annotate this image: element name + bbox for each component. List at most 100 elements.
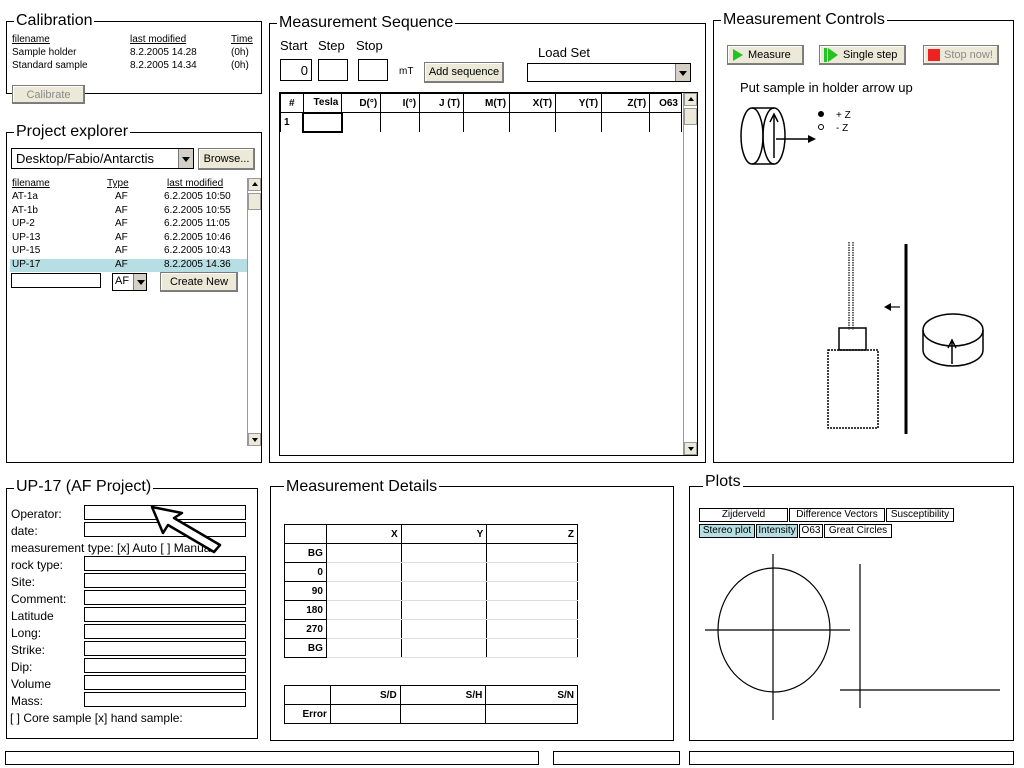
plot-tab[interactable]: Intensity <box>756 524 798 538</box>
project-file-row[interactable]: UP-15 AF 6.2.2005 10:43 <box>10 245 247 258</box>
plot-tab[interactable]: Zijderveld <box>699 508 788 522</box>
sequence-column-header[interactable]: Z(T) <box>601 93 651 113</box>
sequence-column-header[interactable]: D(°) <box>341 93 382 113</box>
file-name: UP-2 <box>12 218 35 229</box>
rock-type-field[interactable] <box>84 556 246 571</box>
new-project-name-input[interactable] <box>11 273 101 288</box>
mass-field[interactable] <box>84 692 246 707</box>
minus-z-radio[interactable] <box>818 124 824 130</box>
cal-header-time[interactable]: Time <box>231 34 253 46</box>
error-row: Error <box>284 704 578 724</box>
plot-tab[interactable]: O63 <box>799 524 823 538</box>
sequence-cell[interactable] <box>380 112 421 132</box>
plot-tab[interactable]: Susceptibility <box>886 508 954 522</box>
sequence-scrollbar[interactable] <box>683 93 697 455</box>
plot-tab[interactable]: Great Circles <box>824 524 892 538</box>
sequence-column-header[interactable]: I(°) <box>380 93 421 113</box>
dip-field[interactable] <box>84 658 246 673</box>
chevron-down-icon[interactable] <box>133 274 146 290</box>
measure-button[interactable]: Measure <box>727 45 804 65</box>
status-bar-middle <box>553 751 680 765</box>
browse-button[interactable]: Browse... <box>198 148 255 170</box>
project-path-dropdown[interactable]: Desktop/Fabio/Antarctis <box>11 148 194 169</box>
sample-type-options[interactable]: [ ] Core sample [x] hand sample: <box>10 711 183 725</box>
single-step-button[interactable]: Single step <box>819 45 906 65</box>
plus-z-radio[interactable] <box>818 111 824 117</box>
step-input[interactable] <box>318 59 348 81</box>
scroll-up-icon[interactable] <box>248 178 261 191</box>
sequence-cell[interactable] <box>601 112 651 132</box>
longitude-field[interactable] <box>84 624 246 639</box>
project-file-row[interactable]: AT-1b AF 6.2.2005 10:55 <box>10 205 247 218</box>
sequence-column-header[interactable]: J (T) <box>419 93 465 113</box>
file-modified: 8.2.2005 14.36 <box>164 258 231 270</box>
sequence-column-header[interactable]: O63 <box>649 93 682 113</box>
strike-field-label: Strike: <box>11 643 46 657</box>
chevron-down-icon[interactable] <box>178 149 193 168</box>
project-file-row[interactable]: AT-1a AF 6.2.2005 10:50 <box>10 191 247 204</box>
pe-header-modified[interactable]: last modified <box>167 178 223 190</box>
sequence-cell[interactable] <box>302 111 343 133</box>
comment-field[interactable] <box>84 590 246 605</box>
error-column-header: S/H <box>399 685 487 705</box>
scroll-down-icon[interactable] <box>248 433 261 446</box>
cal-header-filename[interactable]: filename <box>12 34 50 46</box>
calibrate-button[interactable]: Calibrate <box>12 85 85 104</box>
latitude-field[interactable] <box>84 607 246 622</box>
site-field[interactable] <box>84 573 246 588</box>
sequence-cell[interactable] <box>509 112 557 132</box>
scroll-up-icon[interactable] <box>684 93 697 106</box>
details-title: Measurement Details <box>284 478 440 495</box>
row-label: BG <box>284 638 327 658</box>
sequence-cell[interactable] <box>341 112 382 132</box>
project-list-scrollbar[interactable] <box>247 178 261 446</box>
plot-tab[interactable]: Difference Vectors <box>789 508 885 522</box>
stop-now-button[interactable]: Stop now! <box>923 45 999 65</box>
sequence-column-header[interactable]: # <box>280 93 304 113</box>
project-file-row[interactable]: UP-13 AF 6.2.2005 10:46 <box>10 232 247 245</box>
details-cell <box>325 619 402 639</box>
stop-icon <box>928 49 940 61</box>
new-project-type-dropdown[interactable]: AF <box>112 273 147 291</box>
plot-tab[interactable]: Stereo plot <box>699 524 755 538</box>
details-cell <box>486 543 578 563</box>
row-label: 90 <box>284 581 327 601</box>
project-file-row[interactable]: UP-2 AF 6.2.2005 11:05 <box>10 218 247 231</box>
sequence-column-header[interactable]: Tesla <box>302 93 343 113</box>
chevron-down-icon[interactable] <box>675 64 690 81</box>
sequence-row[interactable]: 1 <box>280 111 682 133</box>
single-step-label: Single step <box>843 49 898 61</box>
mouse-pointer-icon <box>150 505 222 554</box>
pe-header-type[interactable]: Type <box>107 178 129 190</box>
start-input[interactable]: 0 <box>280 59 312 81</box>
status-bar-left <box>5 751 539 765</box>
details-cell <box>400 543 488 563</box>
details-cell <box>400 562 488 582</box>
sequence-cell[interactable] <box>419 112 465 132</box>
strike-field[interactable] <box>84 641 246 656</box>
stop-input[interactable] <box>358 59 388 81</box>
mass-field-label: Mass: <box>11 694 44 708</box>
sequence-column-header[interactable]: M(T) <box>463 93 511 113</box>
scroll-thumb[interactable] <box>684 108 697 125</box>
add-sequence-button[interactable]: Add sequence <box>424 62 504 83</box>
sequence-cell[interactable] <box>649 112 682 132</box>
sample-orientation-diagram <box>740 107 816 165</box>
cal-header-modified[interactable]: last modified <box>130 34 186 46</box>
sequence-column-header[interactable]: X(T) <box>509 93 557 113</box>
sequence-table-header: # Tesla D(°) I(°) J (T) M(T) X(T) Y(T) Z(T) O63 <box>280 93 682 113</box>
volume-field[interactable] <box>84 675 246 690</box>
sequence-cell[interactable] <box>463 112 511 132</box>
project-file-row[interactable]: UP-17 AF 8.2.2005 14.36 <box>10 258 247 272</box>
file-name: AT-1a <box>12 191 38 202</box>
row-label: 0 <box>284 562 327 582</box>
cal-row-filename: Standard sample <box>12 60 88 71</box>
sequence-column-header[interactable]: Y(T) <box>555 93 603 113</box>
pe-header-filename[interactable]: filename <box>12 178 50 190</box>
load-set-dropdown[interactable] <box>527 63 691 82</box>
step-forward-icon <box>824 48 839 62</box>
create-new-button[interactable]: Create New <box>160 272 238 292</box>
scroll-thumb[interactable] <box>248 193 261 210</box>
scroll-down-icon[interactable] <box>684 442 697 455</box>
sequence-cell[interactable] <box>555 112 603 132</box>
